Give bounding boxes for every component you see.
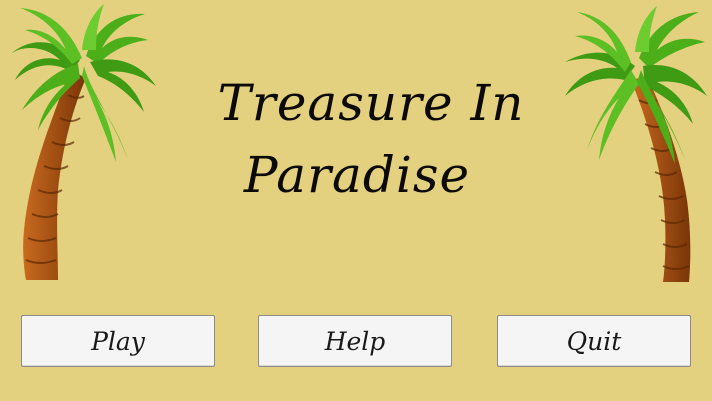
help-button[interactable]: Help — [258, 315, 452, 367]
play-button[interactable]: Play — [21, 315, 215, 367]
game-title-line-1: Treasure In — [217, 74, 525, 132]
game-title-line-2: Paradise — [243, 146, 471, 204]
game-title: Treasure In Paradise — [150, 78, 562, 200]
main-menu-screen: Treasure In Paradise Play Help Quit — [0, 0, 712, 401]
quit-button[interactable]: Quit — [497, 315, 691, 367]
